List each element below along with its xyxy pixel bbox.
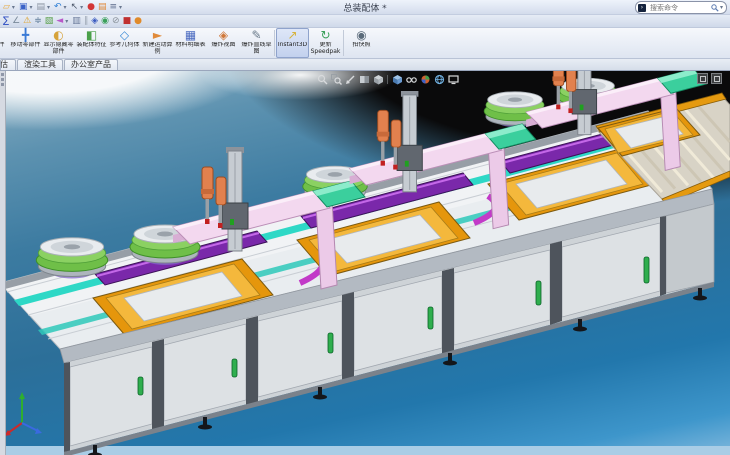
instant3d-icon: ↗ (287, 29, 297, 42)
open-icon[interactable]: ▱ (2, 3, 11, 12)
save-icon[interactable]: ▣ (18, 3, 29, 12)
door-handle[interactable] (232, 359, 237, 377)
bowl-feeder (36, 238, 107, 279)
show-hidden-components-button[interactable]: ◐ 显示隐藏零部件 (42, 28, 75, 58)
undo-icon[interactable]: ↶ (53, 3, 63, 12)
door-handle[interactable] (644, 257, 649, 283)
explode-line-sketch-icon: ✎ (251, 29, 261, 42)
viewport-pane-buttons (697, 73, 722, 84)
file-properties-icon[interactable]: ▤ (97, 3, 108, 12)
zoom-area-icon[interactable] (330, 73, 342, 85)
command-manager-tabs: 评估 渲染工具 办公室产品 (0, 59, 730, 71)
hide-show-items-icon[interactable] (405, 73, 417, 85)
tab-render-tools[interactable]: 渲染工具 (17, 59, 63, 70)
exploded-view-button[interactable]: ◈ 爆炸视图 (207, 28, 240, 58)
update-speedpak-button[interactable]: ↻ 更新Speedpak (309, 28, 342, 58)
equations-icon[interactable]: ∑ (2, 17, 10, 26)
search-input[interactable] (648, 3, 709, 13)
search-icon[interactable] (711, 4, 719, 12)
door-handle[interactable] (138, 377, 143, 395)
mate-icon[interactable]: ◄ (55, 17, 64, 26)
dropdown-arrow[interactable]: ▾ (118, 3, 123, 12)
bill-of-materials-button[interactable]: ▦ 材料明细表 (174, 28, 207, 58)
rebuild-icon[interactable]: ● (86, 3, 96, 12)
smart-fasteners-button[interactable]: ♦ 智能扣件 (0, 28, 9, 58)
component-pattern-icon[interactable]: ▥ (71, 17, 82, 26)
command-manager: ♦ 智能扣件 ╋ 移动零部件 ◐ 显示隐藏零部件 ◧ 装配体特征 ◇ 参考几何体… (0, 28, 730, 59)
command-search[interactable]: › ▾ (635, 1, 727, 14)
feature-manager-strip[interactable] (0, 71, 6, 455)
options-icon[interactable]: ≡ (109, 3, 119, 12)
section-off-icon[interactable]: ⊘ (111, 17, 121, 26)
explode-line-sketch-button[interactable]: ✎ 爆炸直线草图 (240, 28, 273, 58)
section-view-icon[interactable] (358, 73, 370, 85)
instant3d-button[interactable]: ↗ Instant3D (276, 28, 309, 58)
graphics-viewport[interactable] (0, 71, 730, 455)
pane-toggle-button[interactable] (697, 73, 708, 84)
measure-icon[interactable]: ∠ (11, 17, 21, 26)
door-handle[interactable] (536, 281, 541, 305)
dropdown-arrow[interactable]: ▾ (720, 4, 723, 11)
take-snapshot-icon: ◉ (356, 29, 366, 42)
move-component-icon: ╋ (22, 29, 29, 42)
render-icon[interactable]: ◉ (100, 17, 110, 26)
bill-of-materials-icon: ▦ (185, 29, 196, 42)
solidworks-logo-icon: › (638, 4, 646, 12)
display-style-icon[interactable] (391, 73, 403, 85)
tab-office-products[interactable]: 办公室产品 (64, 59, 118, 70)
cabinet-end-panel (666, 204, 714, 293)
exploded-view-icon: ◈ (219, 29, 228, 42)
apply-scene-icon[interactable] (433, 73, 445, 85)
dropdown-arrow[interactable]: ▾ (28, 3, 33, 12)
view-orientation-icon[interactable] (372, 73, 384, 85)
tab-evaluate[interactable]: 评估 (0, 59, 16, 70)
view-settings-icon[interactable] (447, 73, 459, 85)
pane-toggle-button[interactable] (711, 73, 722, 84)
heads-up-toolbar (316, 73, 459, 85)
dropdown-arrow[interactable]: ▾ (64, 17, 69, 26)
door-handle[interactable] (328, 333, 333, 353)
sphere-icon[interactable]: ● (133, 17, 143, 26)
new-window-icon[interactable]: ◈ (90, 17, 99, 26)
move-component-button[interactable]: ╋ 移动零部件 (9, 28, 42, 58)
assembly-features-button[interactable]: ◧ 装配体特征 (75, 28, 108, 58)
orientation-triad (4, 392, 42, 436)
ribbon-separator (343, 30, 344, 56)
edit-appearance-icon[interactable] (419, 73, 431, 85)
secondary-toolbar: ∑ ∠ ⚠ ≑ ▧ ◄ ▾ ▥ ∥ ◈ ◉ ⊘ ■ ● (0, 15, 730, 28)
stop-icon[interactable]: ■ (122, 17, 133, 26)
dropdown-arrow[interactable]: ▾ (79, 3, 84, 12)
new-motion-study-icon: ► (153, 29, 162, 42)
update-speedpak-icon: ↻ (320, 29, 330, 42)
previous-view-icon[interactable] (344, 73, 356, 85)
dropdown-arrow[interactable]: ▾ (11, 3, 16, 12)
zoom-fit-icon[interactable] (316, 73, 328, 85)
door-handle[interactable] (428, 307, 433, 329)
hud-divider (387, 75, 388, 84)
dropdown-arrow[interactable]: ▾ (46, 3, 51, 12)
dropdown-arrow[interactable]: ▾ (63, 3, 68, 12)
show-hidden-components-icon: ◐ (53, 29, 63, 42)
take-snapshot-button[interactable]: ◉ 拍快照 (345, 28, 378, 58)
appearance-icon[interactable]: ▧ (44, 17, 55, 26)
new-motion-study-button[interactable]: ► 新建运动算例 (141, 28, 174, 58)
top-toolbar: ▱ ▾ ▣ ▾ ▤ ▾ ↶ ▾ ↖ ▾ ● ▤ ≡ ▾ (2, 3, 124, 12)
reference-geometry-button[interactable]: ◇ 参考几何体 (108, 28, 141, 58)
interference-check-icon[interactable]: ≑ (33, 17, 43, 26)
ribbon-separator (274, 30, 275, 56)
select-icon[interactable]: ↖ (70, 3, 80, 12)
titlebar: ▱ ▾ ▣ ▾ ▤ ▾ ↶ ▾ ↖ ▾ ● ▤ ≡ ▾ 总装配体 * › ▾ (0, 0, 730, 15)
machine-3d-model[interactable] (0, 71, 730, 455)
toolbar-divider: ∥ (83, 17, 90, 26)
print-icon[interactable]: ▤ (35, 3, 46, 12)
reference-geometry-icon: ◇ (120, 29, 129, 42)
mass-properties-icon[interactable]: ⚠ (22, 17, 32, 26)
assembly-features-icon: ◧ (86, 29, 97, 42)
